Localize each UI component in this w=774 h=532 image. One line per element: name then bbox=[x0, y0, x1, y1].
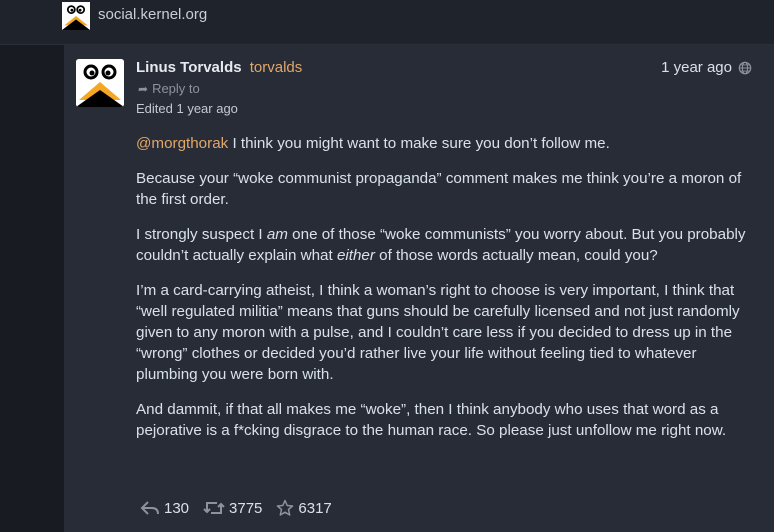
status-content: @morgthorak I think you might want to ma… bbox=[136, 133, 756, 455]
paragraph-3-c: of those words actually mean, could you? bbox=[374, 247, 658, 264]
avatar[interactable] bbox=[76, 59, 124, 107]
username[interactable]: torvalds bbox=[250, 59, 303, 76]
reply-to-link[interactable]: ➦ Reply to bbox=[138, 81, 200, 96]
boost-count: 3775 bbox=[229, 499, 263, 517]
reply-to-label: Reply to bbox=[152, 81, 200, 96]
emphasis-am: am bbox=[266, 226, 288, 243]
status-card: Linus Torvalds torvalds ➦ Reply to Edited… bbox=[64, 45, 774, 532]
tux-penguin-icon[interactable] bbox=[62, 2, 90, 30]
top-bar: social.kernel.org bbox=[0, 0, 774, 45]
star-icon bbox=[277, 499, 294, 516]
paragraph-4: I’m a card-carrying atheist, I think a w… bbox=[136, 282, 740, 383]
site-domain[interactable]: social.kernel.org bbox=[98, 6, 207, 23]
reply-count: 130 bbox=[164, 499, 190, 517]
emphasis-either: either bbox=[336, 247, 375, 264]
reply-icon bbox=[140, 501, 159, 515]
reply-button[interactable]: 130 bbox=[140, 500, 189, 517]
boost-button[interactable]: 3775 bbox=[203, 500, 262, 517]
timestamp: 1 year ago bbox=[661, 59, 732, 76]
paragraph-2: Because your “woke communist propaganda”… bbox=[136, 170, 742, 208]
timestamp-link[interactable]: 1 year ago bbox=[661, 59, 752, 76]
mention-link[interactable]: @morgthorak bbox=[136, 135, 228, 152]
paragraph-5: And dammit, if that all makes me “woke”,… bbox=[136, 401, 727, 439]
retweet-icon bbox=[203, 502, 225, 514]
favourite-count: 6317 bbox=[298, 499, 332, 517]
display-name[interactable]: Linus Torvalds bbox=[136, 59, 242, 76]
favourite-button[interactable]: 6317 bbox=[276, 499, 332, 517]
paragraph-1: @morgthorak I think you might want to ma… bbox=[136, 133, 756, 154]
action-bar: 130 3775 6317 bbox=[140, 499, 332, 517]
paragraph-3-a: I strongly suspect I bbox=[136, 226, 267, 243]
globe-icon bbox=[738, 61, 752, 74]
edited-label[interactable]: Edited 1 year ago bbox=[136, 101, 238, 116]
paragraph-1-text: I think you might want to make sure you … bbox=[228, 135, 610, 152]
tux-penguin-icon bbox=[76, 59, 124, 107]
author-line: Linus Torvalds torvalds bbox=[136, 59, 302, 76]
reply-arrow-icon: ➦ bbox=[138, 82, 149, 96]
paragraph-3: I strongly suspect I am one of those “wo… bbox=[136, 224, 756, 266]
